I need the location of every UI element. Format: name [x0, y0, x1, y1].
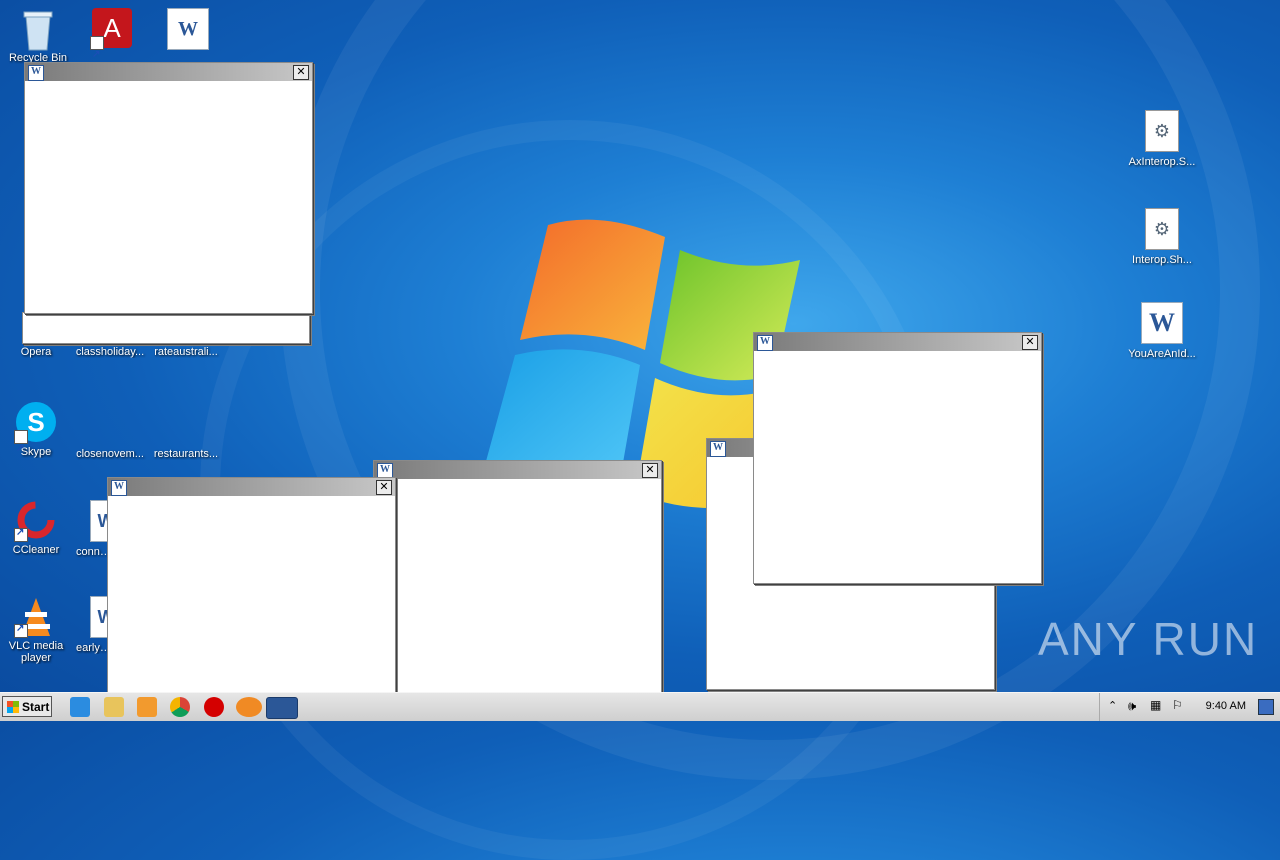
desktop-icon-word-doc[interactable]: W: [150, 8, 226, 54]
window-titlebar[interactable]: ✕: [108, 478, 395, 496]
close-button[interactable]: ✕: [376, 480, 392, 495]
action-center-flag-icon[interactable]: ⚐: [1172, 698, 1183, 712]
window-titlebar[interactable]: ✕: [754, 333, 1041, 351]
dll-file-icon: ⚙: [1145, 208, 1179, 250]
desktop-icon-label: AxInterop.S...: [1128, 156, 1196, 168]
recycle-bin-icon: [18, 8, 58, 51]
desktop-icon-label: Opera: [20, 346, 52, 358]
dll-file-icon: ⚙: [1145, 110, 1179, 152]
file-icon: [90, 402, 130, 444]
desktop-icon-interop[interactable]: ⚙ Interop.Sh...: [1124, 208, 1200, 266]
popup-window[interactable]: ✕: [373, 460, 662, 694]
desktop-icon-label: Skype: [20, 446, 52, 458]
firefox-icon[interactable]: [236, 697, 262, 717]
popup-window[interactable]: ✕: [24, 62, 313, 314]
window-titlebar[interactable]: ✕: [374, 461, 661, 479]
desktop-icon-label: conne...: [76, 546, 112, 558]
desktop-icon-skype[interactable]: S Skype: [0, 402, 74, 469]
opera-icon[interactable]: [204, 697, 224, 717]
desktop-icon-vlc[interactable]: VLC media player: [0, 596, 74, 664]
popup-window[interactable]: ✕: [753, 332, 1042, 584]
popup-window[interactable]: ✕: [107, 477, 396, 694]
windows-flag-icon: [7, 701, 19, 713]
desktop-icon-recycle-bin[interactable]: Recycle Bin: [0, 8, 76, 64]
file-icon: [166, 402, 206, 444]
taskbar: Start ⌃ 🕪 ▦ ⚐ 9:40 AM: [0, 692, 1280, 721]
word-icon: [757, 335, 773, 351]
chrome-icon[interactable]: [170, 697, 190, 717]
volume-icon[interactable]: 🕪: [1128, 698, 1136, 714]
desktop-icon-label: VLC media player: [8, 640, 64, 664]
network-icon[interactable]: ▦: [1150, 698, 1161, 712]
taskbar-clock[interactable]: 9:40 AM: [1206, 700, 1246, 712]
desktop-icon-label: CCleaner: [12, 544, 60, 556]
explorer-icon[interactable]: [104, 697, 124, 717]
word-icon: [710, 441, 726, 457]
desktop-icon-label: Interop.Sh...: [1132, 254, 1192, 266]
desktop-icon-closenovem[interactable]: closenovem...: [72, 402, 148, 460]
word-document-icon: W: [167, 8, 209, 50]
internet-explorer-icon[interactable]: [70, 697, 90, 717]
ccleaner-icon: [14, 500, 56, 542]
word-document-icon: W: [1141, 302, 1183, 344]
desktop-icon-restaurants[interactable]: restaurants...: [148, 402, 224, 460]
desktop-icon-axinterop[interactable]: ⚙ AxInterop.S...: [1124, 110, 1200, 168]
close-button[interactable]: ✕: [1022, 335, 1038, 350]
show-hidden-icons-icon[interactable]: ⌃: [1108, 699, 1117, 712]
close-button[interactable]: ✕: [293, 65, 309, 80]
desktop-icon-adobe[interactable]: A: [74, 8, 150, 75]
desktop-icon-label: rateaustrali...: [154, 346, 218, 358]
skype-icon: S: [14, 402, 56, 469]
desktop-icon-label: classholiday...: [75, 346, 145, 358]
close-button[interactable]: ✕: [642, 463, 658, 478]
popup-window-ghost: [22, 312, 310, 344]
adobe-acrobat-icon: A: [90, 8, 132, 75]
anyrun-watermark: ANY RUN: [1038, 613, 1259, 665]
desktop-icon-youareanid[interactable]: W YouAreAnId...: [1124, 302, 1200, 360]
show-desktop-button[interactable]: [1258, 699, 1274, 715]
word-icon[interactable]: [266, 697, 298, 719]
media-player-icon[interactable]: [137, 697, 157, 717]
word-icon: [111, 480, 127, 496]
desktop-icon-ccleaner[interactable]: CCleaner: [0, 500, 74, 556]
desktop-icon-label: earlyo...: [76, 642, 112, 654]
window-titlebar[interactable]: ✕: [25, 63, 312, 81]
desktop-icon-label: closenovem...: [76, 448, 144, 460]
system-tray: ⌃ 🕪 ▦ ⚐ 9:40 AM: [1099, 693, 1280, 721]
word-icon: [28, 65, 44, 81]
start-button[interactable]: Start: [2, 696, 52, 717]
desktop-icon-label: YouAreAnId...: [1128, 348, 1196, 360]
desktop-icon-label: restaurants...: [153, 448, 219, 460]
vlc-icon: [14, 596, 56, 638]
